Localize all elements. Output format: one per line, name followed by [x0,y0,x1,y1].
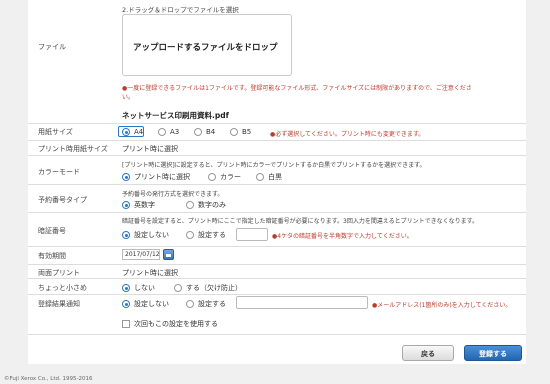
expiry-label: 有効期間 [38,252,66,260]
pin-option-off[interactable]: 設定しない [122,230,169,240]
reservation-type-label: 予約番号タイプ [38,196,87,204]
divider [28,264,526,265]
radio-selected-icon [122,201,130,209]
notify-email-input[interactable] [236,296,368,309]
upload-note-line2: い。 [122,94,135,101]
divider [28,278,526,279]
radio-icon [208,173,216,181]
color-mode-label: カラーモード [38,168,80,176]
paper-size-label: 用紙サイズ [38,128,73,136]
checkbox-icon [122,320,130,328]
pin-option-on[interactable]: 設定する [186,230,226,240]
calendar-icon[interactable] [163,249,174,260]
divider [28,140,526,141]
radio-icon [158,128,166,136]
expiry-date-field[interactable]: 2017/07/12 [122,249,160,260]
radio-icon [186,231,194,239]
divider [28,123,526,124]
pin-input[interactable] [236,228,268,241]
radio-selected-icon [122,173,130,181]
notify-option-on[interactable]: 設定する [186,299,226,309]
divider [28,184,526,185]
shrink-option-off[interactable]: しない [122,283,155,293]
remember-settings-checkbox[interactable]: 次回もこの設定を使用する [122,319,218,329]
radio-icon [256,173,264,181]
pin-description: 暗証番号を設定すると、プリント時にここで指定した暗証番号が必要になります。3回入… [122,218,479,225]
back-button[interactable]: 戻る [402,345,454,361]
notify-label: 登録結果通知 [38,300,80,308]
radio-icon [186,201,194,209]
upload-step-label: 2.ドラッグ＆ドロップでファイルを選択 [122,6,239,14]
dropzone-text: アップロードするファイルをドロップ [133,43,278,53]
divider [28,155,526,156]
paper-size-option-b5[interactable]: B5 [230,128,251,136]
color-mode-option-mono[interactable]: 白黒 [256,172,282,182]
reservation-type-description: 予約番号の発行方式を選択できます。 [122,191,224,198]
reservation-type-option-numeric[interactable]: 数字のみ [186,200,226,210]
radio-selected-icon [122,128,130,136]
color-mode-option-print-time[interactable]: プリント時に選択 [122,172,190,182]
radio-selected-icon [122,231,130,239]
divider [28,294,526,295]
radio-icon [230,128,238,136]
shrink-option-on[interactable]: する（欠け防止） [174,283,242,293]
paper-size-option-a3[interactable]: A3 [158,128,179,136]
pin-note: ●4ケタの暗証番号を半角数字で入力してください。 [272,233,413,240]
divider [28,212,526,213]
radio-selected-icon [122,284,130,292]
print-paper-value: プリント時に選択 [122,145,178,153]
color-mode-option-color[interactable]: カラー [208,172,241,182]
duplex-label: 両面プリント [38,269,80,277]
paper-size-option-a4[interactable]: A4 [122,128,143,136]
radio-icon [186,300,194,308]
notify-option-off[interactable]: 設定しない [122,299,169,309]
file-dropzone[interactable]: アップロードするファイルをドロップ [122,14,292,76]
radio-icon [194,128,202,136]
divider [28,246,526,247]
pin-label: 暗証番号 [38,227,66,235]
color-mode-description: [プリント時に選択]に設定すると、プリント時にカラーでプリントするか白黒でプリン… [122,162,426,169]
divider [28,334,526,335]
reservation-type-option-alnum[interactable]: 英数字 [122,200,155,210]
radio-icon [174,284,182,292]
duplex-value: プリント時に選択 [122,269,178,277]
paper-size-note: ●必ず選択してください。プリント時にも変更できます。 [270,131,425,138]
register-button[interactable]: 登録する [464,345,522,361]
copyright-footer: ©Fuji Xerox Co., Ltd. 1995-2016 [4,376,93,382]
paper-size-option-b4[interactable]: B4 [194,128,215,136]
upload-note-line1: ●一度に登録できるファイルは1ファイルです。登録可能なファイル形式、ファイルサイ… [122,85,472,92]
shrink-label: ちょっと小さめ [38,284,87,292]
print-paper-label: プリント時用紙サイズ [38,145,108,153]
notify-note: ●メールアドレス(1箇所のみ)を入力してください。 [372,302,512,309]
selected-filename: ネットサービス印刷用資料.pdf [122,111,229,120]
file-label: ファイル [38,43,66,51]
radio-selected-icon [122,300,130,308]
